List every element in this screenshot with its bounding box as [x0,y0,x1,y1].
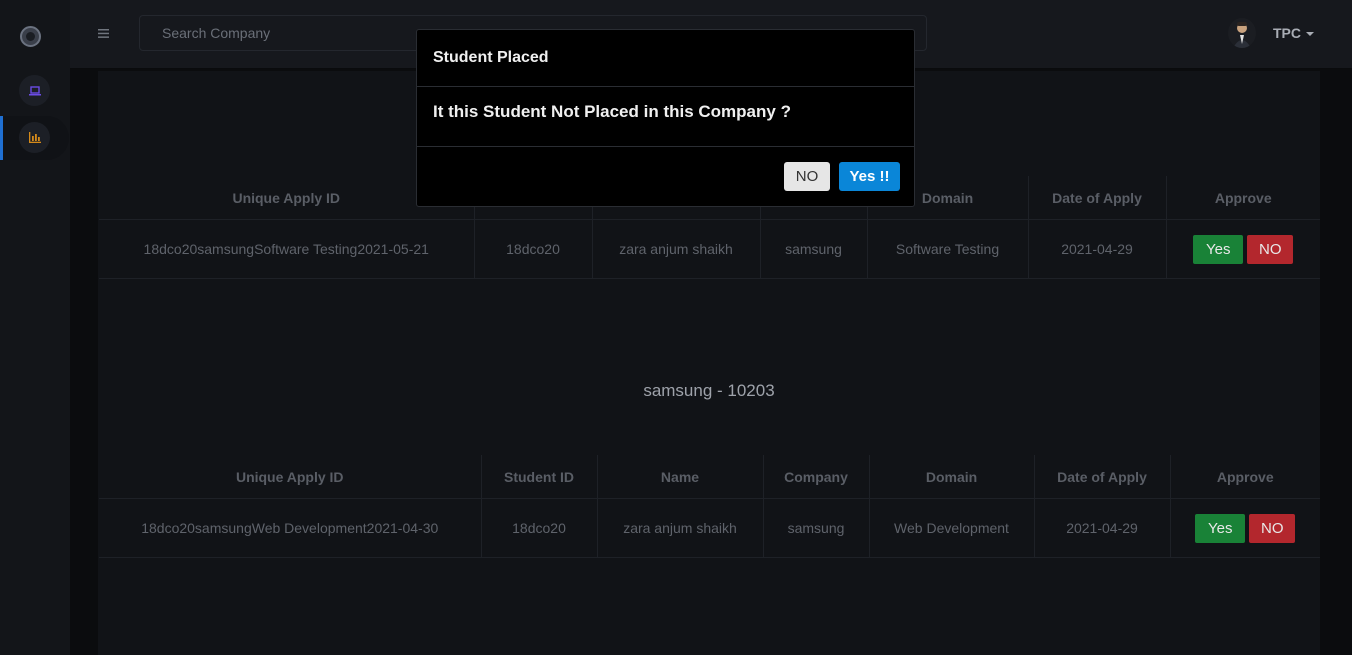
scrollbar[interactable] [1348,69,1352,655]
cell-approve: Yes NO [1166,219,1320,279]
dialog-message: It this Student Not Placed in this Compa… [433,102,791,121]
avatar[interactable] [1228,18,1256,48]
logo[interactable] [20,26,41,47]
header-company: Company [763,455,870,499]
header-approve: Approve [1170,455,1320,499]
menu-toggle-icon[interactable] [98,26,109,40]
cell-domain: Software Testing [867,219,1029,279]
divider [417,146,914,147]
table-row: 18dco20samsungSoftware Testing2021-05-21… [99,219,1320,279]
divider [417,86,914,87]
approve-no-button[interactable]: NO [1247,234,1294,264]
cell-date-of-apply: 2021-04-29 [1028,219,1167,279]
table-row: 18dco20samsungWeb Development2021-04-30 … [99,498,1320,558]
header-domain: Domain [869,455,1035,499]
applications-table-2: Unique Apply ID Student ID Name Company … [99,455,1320,558]
header-date-of-apply: Date of Apply [1028,176,1167,220]
header-date-of-apply: Date of Apply [1034,455,1171,499]
sidebar-active-indicator [0,116,3,160]
approve-no-button[interactable]: NO [1249,513,1296,543]
cell-date-of-apply: 2021-04-29 [1034,498,1171,558]
cell-student-id: 18dco20 [481,498,598,558]
bar-chart-icon [28,132,41,143]
laptop-icon [28,85,41,95]
header-student-id: Student ID [481,455,598,499]
dialog-yes-button[interactable]: Yes !! [839,162,900,191]
cell-company: samsung [763,498,870,558]
cell-unique-apply-id: 18dco20samsungSoftware Testing2021-05-21 [99,219,475,279]
cell-name: zara anjum shaikh [597,498,764,558]
header-approve: Approve [1166,176,1320,220]
chevron-down-icon [1306,32,1314,37]
approve-yes-button[interactable]: Yes [1193,234,1244,264]
cell-company: samsung [760,219,868,279]
sidebar [0,0,70,655]
cell-student-id: 18dco20 [474,219,593,279]
cell-unique-apply-id: 18dco20samsungWeb Development2021-04-30 [99,498,482,558]
cell-domain: Web Development [869,498,1035,558]
company-section-title: samsung - 10203 [643,381,775,400]
confirm-dialog: Student Placed It this Student Not Place… [416,29,915,207]
table-header-row: Unique Apply ID Student ID Name Company … [99,455,1320,499]
cell-name: zara anjum shaikh [592,219,761,279]
user-name: TPC [1273,25,1301,41]
sidebar-item-reports[interactable] [19,122,50,153]
dialog-title: Student Placed [433,49,549,66]
approve-yes-button[interactable]: Yes [1195,513,1246,543]
cell-approve: Yes NO [1170,498,1320,558]
sidebar-item-companies[interactable] [19,75,50,106]
dialog-no-button[interactable]: NO [784,162,830,191]
user-menu[interactable]: TPC [1273,25,1314,41]
header-name: Name [597,455,764,499]
header-unique-apply-id: Unique Apply ID [99,455,482,499]
